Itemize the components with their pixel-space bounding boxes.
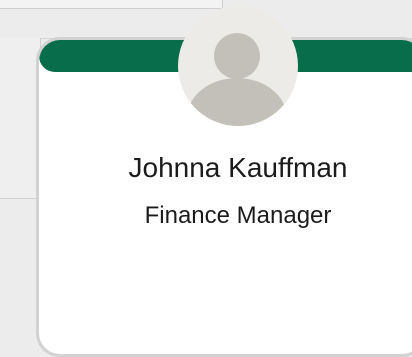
background-panel-top bbox=[0, 0, 223, 9]
profile-name: Johnna Kauffman bbox=[128, 152, 348, 183]
avatar bbox=[178, 6, 298, 126]
profile-job-title: Finance Manager bbox=[144, 202, 332, 229]
background-panel-left bbox=[0, 38, 41, 199]
user-silhouette-icon bbox=[187, 33, 287, 126]
